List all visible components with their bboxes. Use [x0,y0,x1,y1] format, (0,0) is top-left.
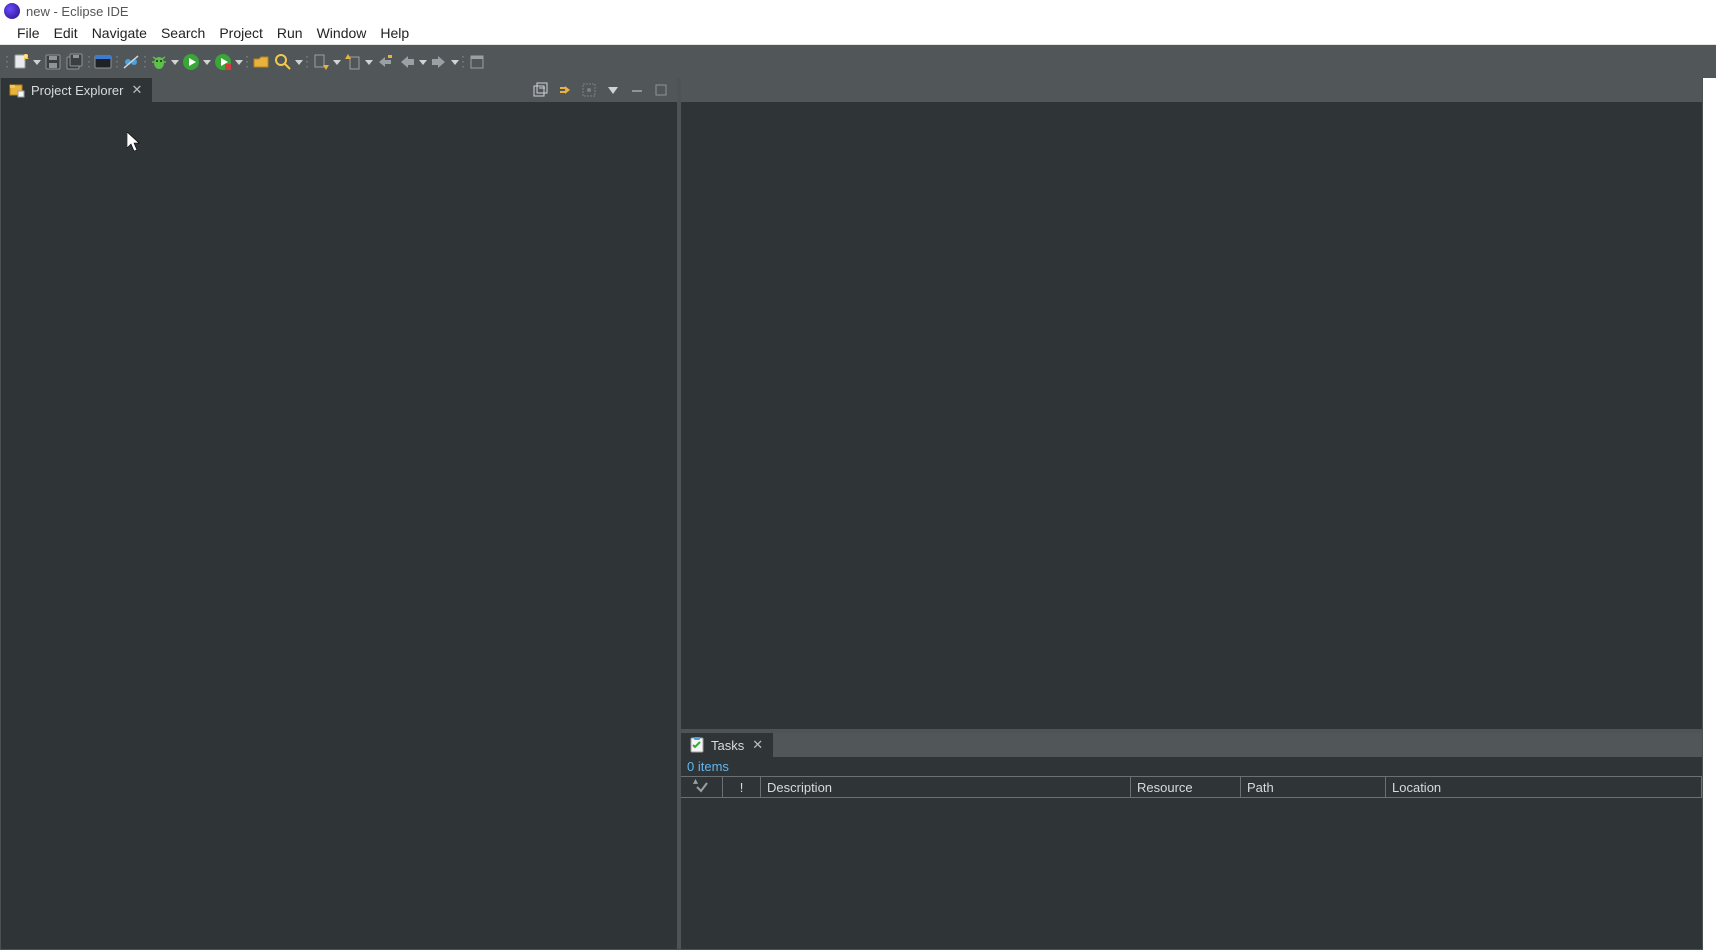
tasks-col-location[interactable]: Location [1386,777,1702,798]
external-tools-button[interactable] [212,51,234,73]
mouse-cursor-icon [127,132,141,152]
open-resource-button[interactable] [250,51,272,73]
tasks-col-priority[interactable]: ! [723,777,761,798]
menu-file[interactable]: File [10,23,47,43]
window-title: new - Eclipse IDE [26,4,129,19]
run-button[interactable] [180,51,202,73]
last-edit-location-button[interactable] [374,51,396,73]
tasks-col-description[interactable]: Description [761,777,1131,798]
main-toolbar: ⋮ ⋮ ⋮ ⋮ ⋮ [0,45,1716,78]
window-right-gutter [1703,78,1716,950]
save-button[interactable] [42,51,64,73]
tasks-col-resource[interactable]: Resource [1131,777,1241,798]
run-dropdown[interactable] [202,51,212,73]
menu-edit[interactable]: Edit [47,23,85,43]
tasks-tab[interactable]: Tasks ✕ [681,733,774,757]
prev-annotation-dropdown[interactable] [364,51,374,73]
close-icon[interactable]: ✕ [129,82,144,98]
new-wizard-button[interactable] [10,51,32,73]
debug-dropdown[interactable] [170,51,180,73]
project-explorer-tab-label: Project Explorer [31,83,123,98]
tasks-tab-label: Tasks [711,738,744,753]
menu-run[interactable]: Run [270,23,310,43]
maximize-view-button[interactable] [651,80,671,100]
view-menu-button[interactable] [603,80,623,100]
menu-help[interactable]: Help [373,23,416,43]
nav-forward-button[interactable] [428,51,450,73]
next-annotation-dropdown[interactable] [332,51,342,73]
nav-back-button[interactable] [396,51,418,73]
tasks-table-header: ▴ ! Description Resource Path Location [681,776,1702,798]
tasks-item-count: 0 items [681,757,1702,776]
save-all-button[interactable] [64,51,86,73]
debug-button[interactable] [148,51,170,73]
editor-tabstrip [681,78,1702,102]
menu-search[interactable]: Search [154,23,212,43]
sort-ascending-icon: ▴ [693,776,698,787]
new-wizard-dropdown[interactable] [32,51,42,73]
tasks-col-complete[interactable]: ▴ [681,777,723,798]
search-button[interactable] [272,51,294,73]
focus-on-active-task-button[interactable] [579,80,599,100]
menu-bar: File Edit Navigate Search Project Run Wi… [0,22,1716,45]
menu-project[interactable]: Project [212,23,270,43]
collapse-all-button[interactable] [531,80,551,100]
link-with-editor-button[interactable] [555,80,575,100]
pin-editor-button[interactable] [466,51,488,73]
minimize-view-button[interactable] [627,80,647,100]
menu-navigate[interactable]: Navigate [85,23,154,43]
prev-annotation-button[interactable] [342,51,364,73]
nav-back-dropdown[interactable] [418,51,428,73]
editor-area[interactable] [681,102,1702,729]
tasks-icon [689,737,705,753]
eclipse-app-icon [4,3,20,19]
tasks-col-path[interactable]: Path [1241,777,1386,798]
menu-window[interactable]: Window [310,23,374,43]
project-explorer-tab[interactable]: Project Explorer ✕ [1,78,153,102]
open-console-button[interactable] [92,51,114,73]
next-annotation-button[interactable] [310,51,332,73]
project-explorer-icon [9,82,25,98]
skip-breakpoints-button[interactable] [120,51,142,73]
project-explorer-body[interactable] [1,102,677,949]
close-icon[interactable]: ✕ [750,737,765,753]
